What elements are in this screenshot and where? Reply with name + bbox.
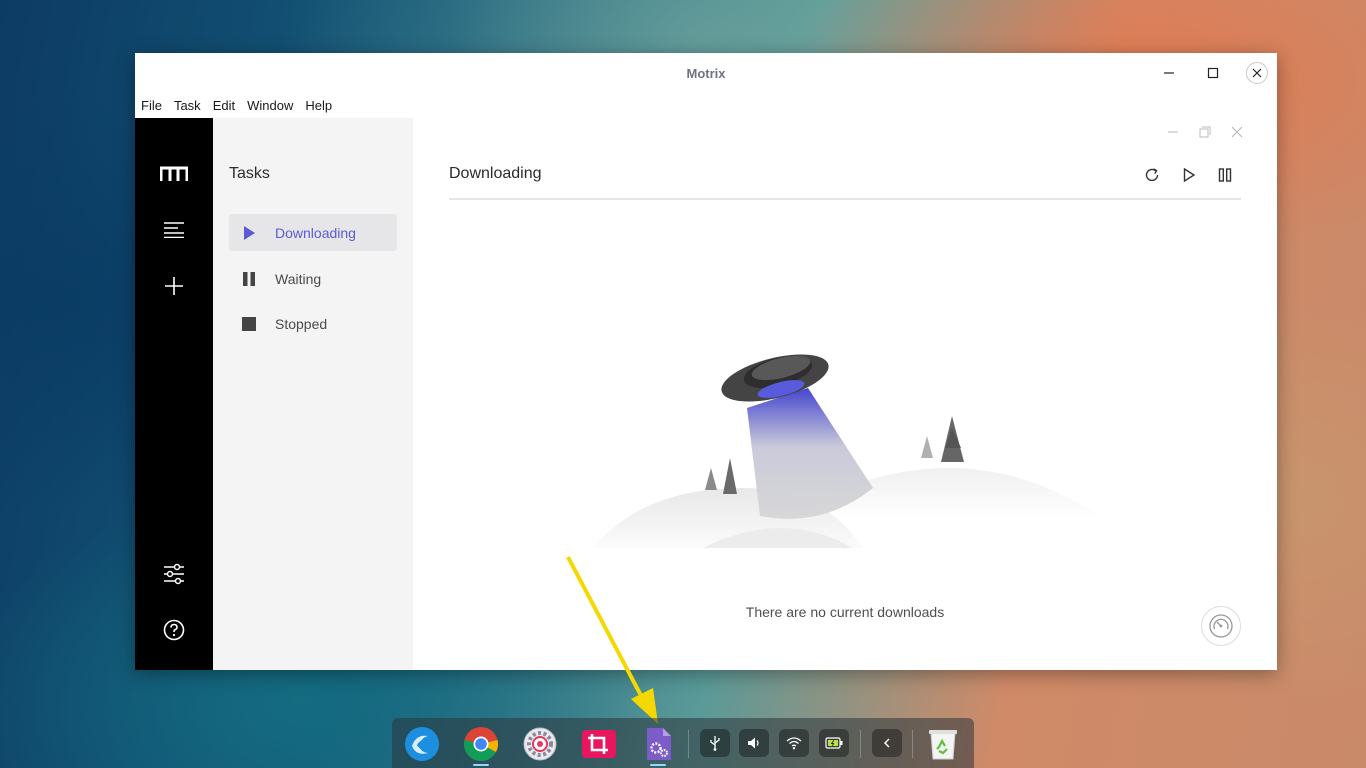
dock-separator (860, 730, 861, 758)
volume-tray-button[interactable] (739, 729, 769, 757)
dock-separator (688, 730, 689, 758)
motrix-dock-button[interactable] (640, 726, 676, 762)
collapse-icon (883, 738, 890, 748)
running-indicator (650, 764, 666, 766)
collapse-tray-button[interactable] (872, 729, 902, 757)
deepin-launcher-icon (405, 727, 439, 761)
volume-icon (748, 737, 759, 749)
launcher-button[interactable] (404, 726, 440, 762)
wifi-tray-button[interactable] (779, 729, 809, 757)
battery-icon (825, 737, 843, 749)
taskbar-dock (392, 718, 974, 768)
settings-button[interactable] (522, 726, 558, 762)
running-indicator (473, 764, 489, 766)
motrix-app-icon (647, 728, 671, 760)
usb-icon (710, 736, 720, 751)
screenshot-button[interactable] (581, 726, 617, 762)
battery-tray-button[interactable] (819, 729, 849, 757)
wifi-icon (786, 737, 802, 750)
trash-button[interactable] (925, 726, 961, 762)
dock-separator (912, 730, 913, 758)
trash-icon (929, 730, 957, 760)
settings-icon (523, 727, 557, 761)
usb-tray-button[interactable] (700, 729, 730, 757)
chrome-icon (464, 727, 498, 761)
screenshot-icon (582, 730, 616, 758)
chrome-button[interactable] (463, 726, 499, 762)
annotation-arrow (566, 556, 658, 724)
